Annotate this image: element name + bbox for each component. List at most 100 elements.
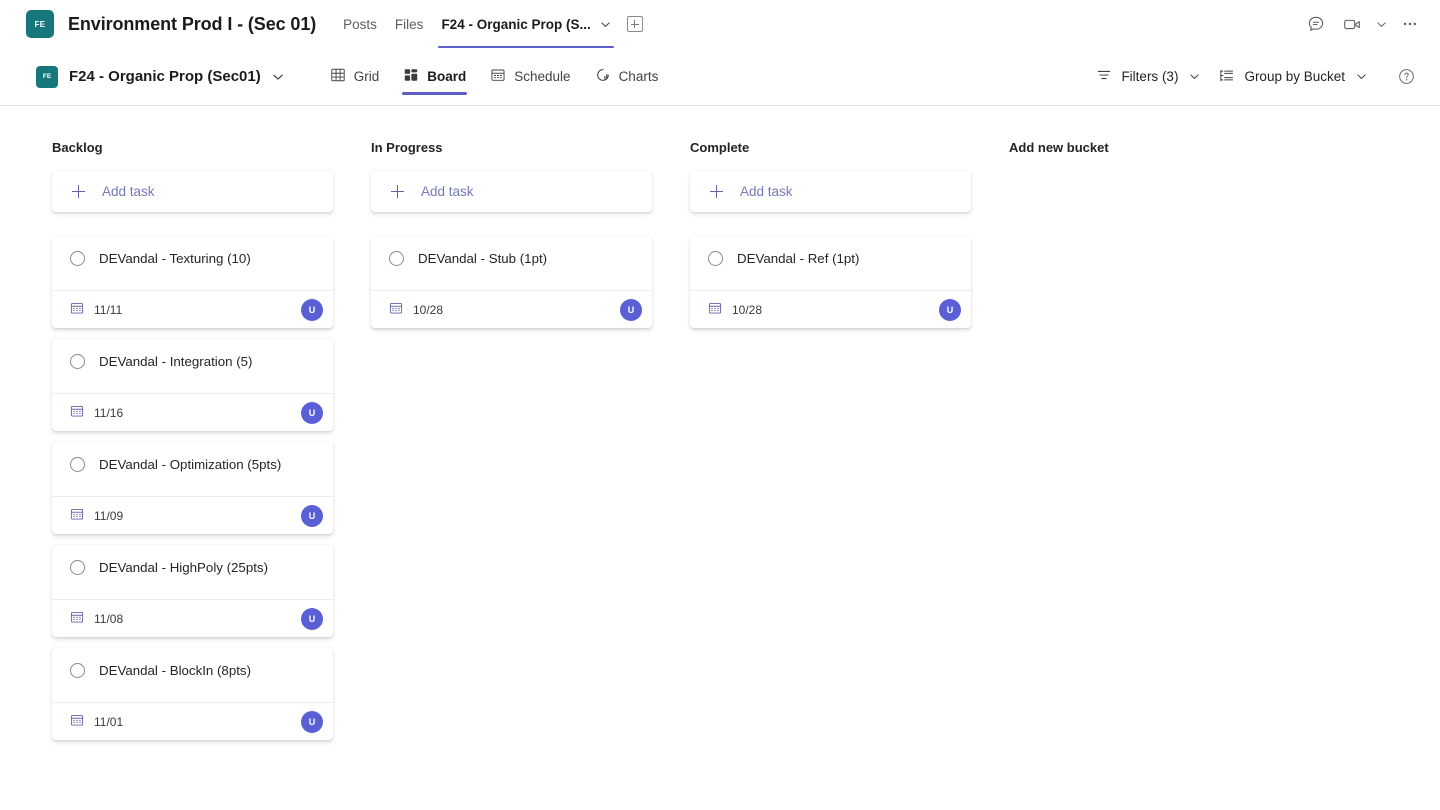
task-card-footer: 11/11 U bbox=[52, 290, 333, 328]
task-title: DEVandal - Texturing (10) bbox=[99, 251, 251, 266]
task-card-footer: 11/08 U bbox=[52, 599, 333, 637]
task-card-body: DEVandal - Integration (5) bbox=[52, 339, 333, 393]
bucket-in-progress: In Progress Add task DEVandal - Stub (1p… bbox=[371, 140, 652, 328]
tab-label: F24 - Organic Prop (S... bbox=[441, 16, 591, 32]
task-title: DEVandal - Stub (1pt) bbox=[418, 251, 548, 266]
task-list: DEVandal - Texturing (10) 11/11 U DEVand… bbox=[52, 236, 333, 740]
add-task-button[interactable]: Add task bbox=[52, 171, 333, 212]
view-tab-label: Board bbox=[427, 69, 467, 84]
calendar-icon bbox=[70, 301, 84, 318]
tab-posts[interactable]: Posts bbox=[334, 0, 386, 48]
filters-label: Filters (3) bbox=[1121, 69, 1179, 84]
plan-badge: FE bbox=[36, 65, 58, 88]
task-card-footer: 11/16 U bbox=[52, 393, 333, 431]
calendar-icon bbox=[70, 610, 84, 627]
plus-icon bbox=[626, 16, 643, 32]
task-assignee-avatar[interactable]: U bbox=[301, 607, 323, 630]
task-assignee-avatar[interactable]: U bbox=[301, 710, 323, 733]
bucket-backlog: Backlog Add task DEVandal - Texturing (1… bbox=[52, 140, 333, 740]
task-due-label: 10/28 bbox=[732, 302, 763, 317]
chat-icon[interactable] bbox=[1300, 8, 1332, 40]
more-options-icon[interactable] bbox=[1394, 8, 1426, 40]
task-card[interactable]: DEVandal - BlockIn (8pts) 11/01 U bbox=[52, 648, 333, 740]
view-tab-label: Charts bbox=[618, 69, 659, 84]
add-task-label: Add task bbox=[102, 184, 155, 199]
task-due-label: 11/11 bbox=[94, 302, 123, 317]
task-complete-checkbox[interactable] bbox=[708, 251, 723, 266]
add-new-bucket-label: Add new bucket bbox=[1009, 140, 1109, 155]
task-due-date: 11/09 bbox=[70, 507, 123, 524]
task-card-footer: 10/28 U bbox=[690, 290, 971, 328]
task-card[interactable]: DEVandal - Ref (1pt) 10/28 U bbox=[690, 236, 971, 328]
tab-schedule[interactable]: Schedule bbox=[478, 48, 582, 106]
task-due-date: 10/28 bbox=[708, 301, 762, 318]
task-card[interactable]: DEVandal - HighPoly (25pts) 11/08 U bbox=[52, 545, 333, 637]
tab-f24-organic-prop[interactable]: F24 - Organic Prop (S... bbox=[432, 0, 619, 48]
view-tab-label: Schedule bbox=[514, 69, 571, 84]
task-due-date: 11/08 bbox=[70, 610, 123, 627]
add-tab-button[interactable] bbox=[620, 0, 650, 48]
bucket-complete: Complete Add task DEVandal - Ref (1pt) 1… bbox=[690, 140, 971, 328]
task-due-label: 10/28 bbox=[413, 302, 444, 317]
help-icon[interactable] bbox=[1390, 61, 1422, 93]
task-card-footer: 11/09 U bbox=[52, 496, 333, 534]
task-complete-checkbox[interactable] bbox=[70, 663, 85, 678]
video-call-chevron-down-icon[interactable] bbox=[1372, 8, 1390, 40]
task-complete-checkbox[interactable] bbox=[70, 457, 85, 472]
task-card-footer: 10/28 U bbox=[371, 290, 652, 328]
chevron-down-icon[interactable] bbox=[600, 19, 611, 30]
task-due-label: 11/01 bbox=[94, 714, 124, 729]
task-card[interactable]: DEVandal - Optimization (5pts) 11/09 U bbox=[52, 442, 333, 534]
task-card-body: DEVandal - BlockIn (8pts) bbox=[52, 648, 333, 702]
add-task-button[interactable]: Add task bbox=[690, 171, 971, 212]
task-card-body: DEVandal - HighPoly (25pts) bbox=[52, 545, 333, 599]
bucket-title: Complete bbox=[690, 140, 750, 155]
tab-label: Files bbox=[394, 16, 424, 32]
bucket-title: In Progress bbox=[371, 140, 443, 155]
task-assignee-avatar[interactable]: U bbox=[301, 401, 323, 424]
plan-name: F24 - Organic Prop (Sec01) bbox=[69, 68, 261, 85]
bucket-title: Backlog bbox=[52, 140, 103, 155]
planner-board: Backlog Add task DEVandal - Texturing (1… bbox=[0, 106, 1440, 809]
task-title: DEVandal - HighPoly (25pts) bbox=[99, 560, 268, 575]
task-complete-checkbox[interactable] bbox=[70, 354, 85, 369]
tab-files[interactable]: Files bbox=[386, 0, 433, 48]
team-title: Environment Prod I - (Sec 01) bbox=[68, 13, 317, 34]
task-card[interactable]: DEVandal - Texturing (10) 11/11 U bbox=[52, 236, 333, 328]
task-card[interactable]: DEVandal - Integration (5) 11/16 U bbox=[52, 339, 333, 431]
tab-label: Posts bbox=[343, 16, 377, 32]
task-due-date: 11/01 bbox=[70, 713, 123, 730]
tab-charts[interactable]: Charts bbox=[583, 48, 671, 106]
add-new-bucket[interactable]: Add new bucket bbox=[1009, 140, 1229, 171]
task-assignee-avatar[interactable]: U bbox=[939, 298, 961, 321]
task-complete-checkbox[interactable] bbox=[70, 251, 85, 266]
task-card-body: DEVandal - Texturing (10) bbox=[52, 236, 333, 290]
task-assignee-avatar[interactable]: U bbox=[301, 504, 323, 527]
task-complete-checkbox[interactable] bbox=[389, 251, 404, 266]
task-complete-checkbox[interactable] bbox=[70, 560, 85, 575]
calendar-icon bbox=[490, 67, 506, 86]
task-card-footer: 11/01 U bbox=[52, 702, 333, 740]
task-title: DEVandal - Optimization (5pts) bbox=[99, 457, 282, 472]
filters-button[interactable]: Filters (3) bbox=[1087, 61, 1209, 92]
add-task-button[interactable]: Add task bbox=[371, 171, 652, 212]
tab-grid[interactable]: Grid bbox=[318, 48, 392, 106]
task-assignee-avatar[interactable]: U bbox=[620, 298, 642, 321]
task-assignee-avatar[interactable]: U bbox=[301, 298, 323, 321]
tab-board[interactable]: Board bbox=[391, 48, 478, 106]
plan-chevron-down-icon[interactable] bbox=[272, 71, 284, 83]
chart-icon bbox=[595, 67, 611, 86]
video-call-icon[interactable] bbox=[1336, 8, 1368, 40]
task-list: DEVandal - Stub (1pt) 10/28 U bbox=[371, 236, 652, 328]
calendar-icon bbox=[389, 301, 403, 318]
grid-icon bbox=[330, 67, 346, 86]
task-due-date: 11/11 bbox=[70, 301, 122, 318]
group-by-label: Group by Bucket bbox=[1244, 69, 1345, 84]
task-card[interactable]: DEVandal - Stub (1pt) 10/28 U bbox=[371, 236, 652, 328]
group-by-button[interactable]: Group by Bucket bbox=[1209, 61, 1376, 93]
plus-icon bbox=[391, 185, 404, 198]
task-due-label: 11/08 bbox=[94, 611, 124, 626]
view-tab-label: Grid bbox=[353, 69, 380, 84]
title-bar-actions bbox=[1300, 8, 1426, 40]
plus-icon bbox=[72, 185, 85, 198]
